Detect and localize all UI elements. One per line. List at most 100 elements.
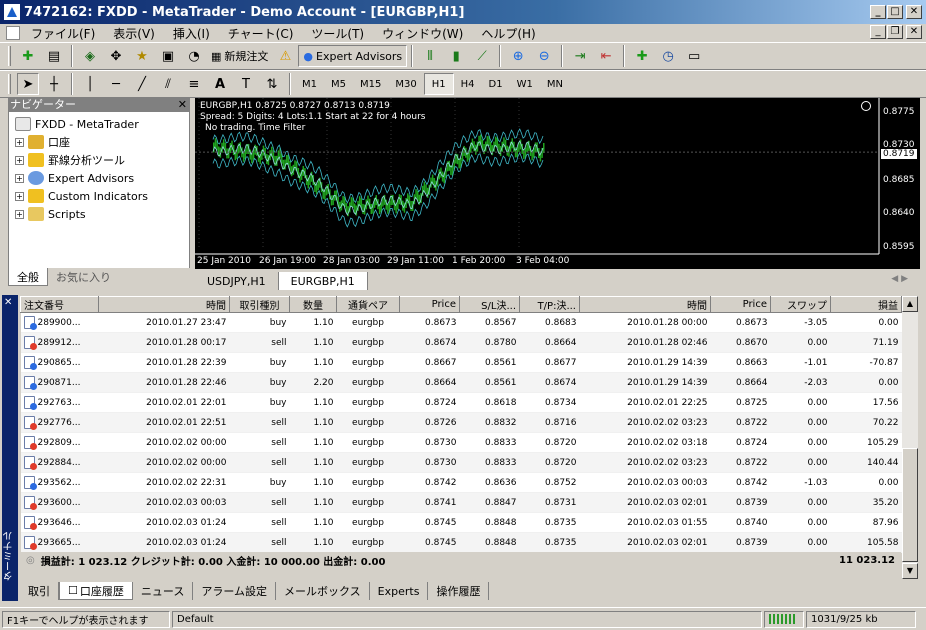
zoom-out-icon[interactable]: ⊖ [533, 45, 555, 67]
column-header[interactable]: S/L決... [459, 296, 520, 313]
templates-icon[interactable]: ▭ [683, 45, 705, 67]
scroll-up-icon[interactable]: ▲ [902, 296, 918, 312]
expert-advisors-button[interactable]: ● Expert Advisors [298, 45, 408, 67]
tab-journal[interactable]: 操作履歴 [428, 582, 490, 600]
new-order-button[interactable]: ▦ 新規注文 [207, 45, 272, 67]
auto-scroll-icon[interactable]: ⇥ [569, 45, 591, 67]
tab-usdjpy-h1[interactable]: USDJPY,H1 [195, 272, 279, 290]
maximize-button[interactable]: □ [887, 5, 903, 19]
navigator-item-scripts[interactable]: + Scripts [15, 205, 86, 223]
table-row[interactable]: 290871... 2010.01.28 22:46 buy 2.20 eurgbp 0.… [20, 372, 902, 393]
line-chart-icon[interactable]: ⟋ [471, 45, 493, 67]
expand-icon[interactable]: + [15, 137, 24, 147]
price-chart[interactable]: EURGBP,H1 0.8725 0.8727 0.8713 0.8719 Sp… [195, 98, 920, 269]
timeframe-m30[interactable]: M30 [388, 73, 423, 95]
table-scrollbar[interactable]: ▲ ▼ [902, 296, 918, 579]
warning-icon[interactable]: ⚠ [274, 45, 296, 67]
timeframe-h1[interactable]: H1 [423, 73, 454, 95]
tab-news[interactable]: ニュース [133, 582, 194, 600]
menu-window[interactable]: ウィンドウ(W) [373, 25, 472, 42]
expand-icon[interactable]: + [15, 173, 24, 183]
tab-account-history[interactable]: ☐ 口座履歴 [59, 582, 133, 600]
column-header[interactable]: 通貨ペア [336, 296, 400, 313]
column-header[interactable]: 注文番号 [20, 296, 99, 313]
tab-mailbox[interactable]: メールボックス [276, 582, 370, 600]
table-row[interactable]: 292776... 2010.02.01 22:51 sell 1.10 eurgbp 0… [20, 412, 902, 433]
navigator-item-experts[interactable]: + Expert Advisors [15, 169, 134, 187]
timeframe-w1[interactable]: W1 [510, 73, 540, 95]
timeframe-mn[interactable]: MN [540, 73, 570, 95]
tab-alerts[interactable]: アラーム設定 [193, 582, 276, 600]
expand-icon[interactable]: + [15, 209, 24, 219]
menu-file[interactable]: ファイル(F) [22, 25, 104, 42]
table-row[interactable]: 289900... 2010.01.27 23:47 buy 1.10 eurgbp 0.… [20, 312, 902, 333]
menu-insert[interactable]: 挿入(I) [164, 25, 219, 42]
close-button[interactable]: ✕ [906, 5, 922, 19]
navigator-item-accounts[interactable]: + 口座 [15, 133, 70, 151]
arrows-icon[interactable]: ⇅ [261, 73, 283, 95]
child-minimize-button[interactable]: _ [870, 25, 886, 39]
expand-icon[interactable]: + [15, 155, 24, 165]
crosshair-icon[interactable]: ┼ [43, 73, 65, 95]
timeframe-h4[interactable]: H4 [454, 73, 482, 95]
candlestick-icon[interactable]: ▮ [445, 45, 467, 67]
history-center-icon[interactable]: ◔ [183, 45, 205, 67]
close-icon[interactable]: ✕ [4, 297, 12, 308]
zoom-in-icon[interactable]: ⊕ [507, 45, 529, 67]
tab-eurgbp-h1[interactable]: EURGBP,H1 [278, 272, 368, 290]
column-header[interactable]: 時間 [579, 296, 711, 313]
column-header[interactable]: 時間 [98, 296, 230, 313]
horizontal-line-icon[interactable]: ─ [105, 73, 127, 95]
fibonacci-icon[interactable]: ≡ [183, 73, 205, 95]
table-row[interactable]: 289912... 2010.01.28 00:17 sell 1.10 eurgbp 0… [20, 332, 902, 353]
text-label-icon[interactable]: T [235, 73, 257, 95]
column-header[interactable]: Price [399, 296, 460, 313]
navigator-item-analytics[interactable]: + 罫線分析ツール [15, 151, 125, 169]
data-window-icon[interactable]: ✥ [105, 45, 127, 67]
text-icon[interactable]: A [209, 73, 231, 95]
table-row[interactable]: 292763... 2010.02.01 22:01 buy 1.10 eurgbp 0.… [20, 392, 902, 413]
market-watch-icon[interactable]: ◈ [79, 45, 101, 67]
profiles-icon[interactable]: ▤ [43, 45, 65, 67]
menu-help[interactable]: ヘルプ(H) [472, 25, 544, 42]
table-row[interactable]: 293600... 2010.02.03 00:03 sell 1.10 eurgbp 0… [20, 492, 902, 513]
periods-icon[interactable]: ◷ [657, 45, 679, 67]
close-icon[interactable]: ✕ [178, 98, 187, 112]
scroll-thumb[interactable] [902, 448, 918, 562]
tab-experts[interactable]: Experts [370, 582, 429, 600]
trendline-icon[interactable]: ╱ [131, 73, 153, 95]
table-row[interactable]: 292884... 2010.02.02 00:00 sell 1.10 eurgbp 0… [20, 452, 902, 473]
tab-general[interactable]: 全般 [8, 268, 48, 286]
child-close-button[interactable]: ✕ [906, 25, 922, 39]
indicators-icon[interactable]: ✚ [631, 45, 653, 67]
menu-chart[interactable]: チャート(C) [219, 25, 303, 42]
navigator-item-indicators[interactable]: + Custom Indicators [15, 187, 148, 205]
expand-icon[interactable]: + [15, 191, 24, 201]
timeframe-m1[interactable]: M1 [295, 73, 324, 95]
chart-shift-icon[interactable]: ⇤ [595, 45, 617, 67]
table-row[interactable]: 293646... 2010.02.03 01:24 sell 1.10 eurgbp 0… [20, 512, 902, 533]
tab-trade[interactable]: 取引 [20, 582, 59, 600]
column-header[interactable]: スワップ [770, 296, 831, 313]
column-header[interactable]: 数量 [289, 296, 337, 313]
new-chart-icon[interactable]: ✚ [17, 45, 39, 67]
minimize-button[interactable]: _ [870, 5, 886, 19]
table-row[interactable]: 290865... 2010.01.28 22:39 buy 1.10 eurgbp 0.… [20, 352, 902, 373]
tab-scroll-arrows-icon[interactable]: ◀ ▶ [891, 274, 908, 284]
vertical-line-icon[interactable]: │ [79, 73, 101, 95]
column-header[interactable]: 取引種別 [229, 296, 290, 313]
bar-chart-icon[interactable]: ⫴ [419, 45, 441, 67]
column-header[interactable]: Price [710, 296, 771, 313]
timeframe-m15[interactable]: M15 [353, 73, 388, 95]
channel-icon[interactable]: ⫽ [157, 73, 179, 95]
table-row[interactable]: 293562... 2010.02.02 22:31 buy 1.10 eurgbp 0.… [20, 472, 902, 493]
scroll-down-icon[interactable]: ▼ [902, 563, 918, 579]
child-restore-button[interactable]: ❐ [887, 25, 903, 39]
terminal-icon[interactable]: ▣ [157, 45, 179, 67]
navigator-root[interactable]: FXDD - MetaTrader [15, 115, 139, 133]
table-row[interactable]: 292809... 2010.02.02 00:00 sell 1.10 eurgbp 0… [20, 432, 902, 453]
timeframe-m5[interactable]: M5 [324, 73, 353, 95]
tab-favorites[interactable]: お気に入り [48, 268, 119, 286]
menu-tools[interactable]: ツール(T) [302, 25, 373, 42]
cursor-icon[interactable]: ➤ [17, 73, 39, 95]
